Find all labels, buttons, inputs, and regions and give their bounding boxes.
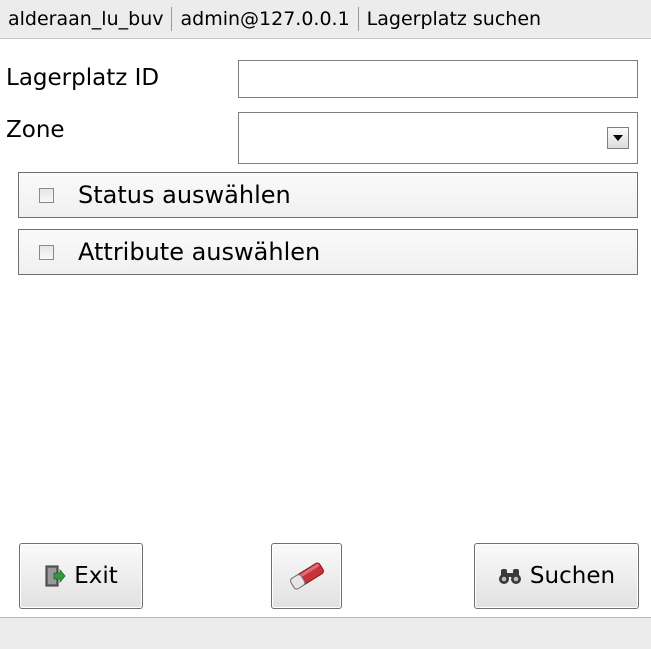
lagerplatz-id-label: Lagerplatz ID <box>6 65 160 91</box>
clear-button[interactable] <box>271 543 342 609</box>
status-group-label: Status auswählen <box>78 181 291 209</box>
app-window: alderaan_lu_buv admin@127.0.0.1 Lagerpla… <box>0 0 651 649</box>
database-name: alderaan_lu_buv <box>8 8 164 30</box>
exit-button-label: Exit <box>74 563 118 589</box>
binoculars-icon <box>498 566 522 586</box>
search-button-label: Suchen <box>529 563 616 589</box>
exit-door-icon <box>44 564 66 588</box>
zone-select[interactable] <box>238 112 638 164</box>
zone-label: Zone <box>6 117 65 143</box>
screen-title: Lagerplatz suchen <box>366 8 542 30</box>
exit-button[interactable]: Exit <box>19 543 143 609</box>
search-button[interactable]: Suchen <box>474 543 639 609</box>
zone-dropdown-button[interactable] <box>607 127 629 149</box>
title-bar: alderaan_lu_buv admin@127.0.0.1 Lagerpla… <box>0 0 651 39</box>
attribute-group-header[interactable]: Attribute auswählen <box>18 229 638 275</box>
status-bar <box>0 617 651 649</box>
attribute-group-label: Attribute auswählen <box>78 238 321 266</box>
lagerplatz-id-input[interactable] <box>238 60 638 98</box>
user-host: admin@127.0.0.1 <box>180 8 350 30</box>
status-checkbox[interactable] <box>39 187 54 203</box>
attribute-checkbox[interactable] <box>39 244 54 260</box>
status-group-header[interactable]: Status auswählen <box>18 172 638 218</box>
chevron-down-icon <box>613 134 623 141</box>
eraser-icon <box>286 561 328 591</box>
